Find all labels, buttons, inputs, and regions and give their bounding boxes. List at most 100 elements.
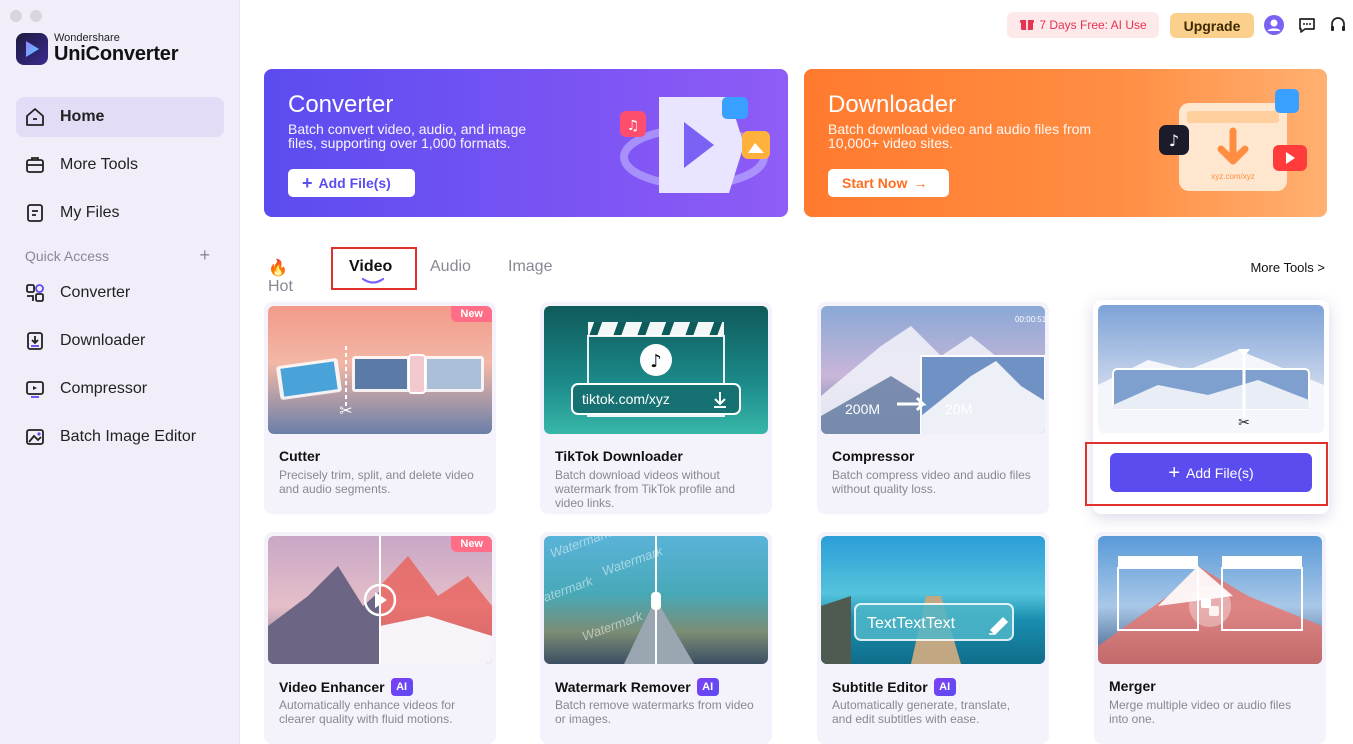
close-window-button[interactable] (10, 10, 22, 22)
compressor-time-text: 00:00:51 (1015, 315, 1045, 324)
card-title: Subtitle Editor AI (832, 678, 956, 696)
sidebar-item-label: Home (60, 108, 105, 125)
sidebar-item-batch-image-editor[interactable]: Batch Image Editor (16, 417, 224, 457)
sidebar-item-label: My Files (60, 204, 120, 221)
uniconverter-logo-icon (16, 32, 48, 65)
tool-card-watermark-remover[interactable]: Watermark Watermark Watermark Watermark … (540, 532, 772, 744)
sidebar-item-home[interactable]: Home (16, 97, 224, 137)
quick-access-label: Quick Access (25, 248, 110, 264)
ai-badge: AI (390, 678, 413, 696)
watermark-text: Watermark (544, 573, 596, 609)
converter-banner[interactable]: Converter Batch convert video, audio, an… (264, 69, 788, 217)
tiktok-thumbnail: ♪ tiktok.com/xyz (544, 306, 768, 434)
card-desc: Precisely trim, split, and delete video … (279, 468, 474, 496)
sidebar-item-downloader[interactable]: Downloader (16, 321, 224, 361)
plus-icon: + (1168, 461, 1180, 484)
sidebar-item-label: Compressor (60, 380, 148, 397)
tool-card-compressor[interactable]: 00:00:51 200M 20M Compressor Batch compr… (817, 302, 1049, 514)
card-title-text: Video Enhancer (279, 679, 385, 695)
account-avatar-icon[interactable] (1262, 13, 1286, 37)
tab-hot-label: Hot (268, 278, 293, 295)
tool-card-video-enhancer[interactable]: New Video Enhancer AI Automatically enha… (264, 532, 496, 744)
sidebar-item-compressor[interactable]: Compressor (16, 369, 224, 409)
ai-badge: AI (933, 678, 956, 696)
home-icon (26, 108, 44, 126)
downloader-banner-title: Downloader (828, 91, 957, 118)
gift-icon (1019, 16, 1035, 35)
sidebar-item-my-files[interactable]: My Files (16, 193, 224, 233)
card-desc: Merge multiple video or audio files into… (1109, 698, 1292, 726)
headset-support-icon[interactable] (1326, 13, 1350, 37)
sidebar-item-label: Converter (60, 284, 131, 301)
window-controls (10, 10, 42, 22)
svg-text:✂: ✂ (1238, 415, 1250, 431)
app-logo: Wondershare UniConverter (16, 32, 178, 65)
downloader-url-text: xyz.com/xyz (1211, 172, 1255, 181)
tiktok-url-text: tiktok.com/xyz (582, 391, 670, 407)
converter-add-files-button[interactable]: + Add File(s) (288, 169, 415, 197)
sidebar-item-converter[interactable]: Converter (16, 273, 224, 313)
card-desc: Batch download videos without watermark … (555, 468, 736, 510)
image-editor-icon (26, 429, 44, 445)
plus-icon: + (302, 173, 313, 193)
sidebar-item-label: Batch Image Editor (60, 428, 197, 445)
svg-text:♪: ♪ (650, 351, 662, 372)
card-title: Watermark Remover AI (555, 678, 719, 696)
tool-card-merger[interactable]: Merger Merge multiple video or audio fil… (1094, 532, 1326, 744)
svg-text:✂: ✂ (339, 401, 352, 420)
compressor-to-size: 20M (945, 401, 972, 417)
sidebar-item-more-tools[interactable]: More Tools (16, 145, 224, 185)
file-icon (27, 204, 43, 222)
cutter-thumbnail: ✂ New (268, 306, 492, 434)
merger-hover-thumbnail: ✂ (1098, 305, 1324, 433)
upgrade-button[interactable]: Upgrade (1170, 13, 1254, 38)
sidebar-item-label: More Tools (60, 156, 138, 173)
minimize-window-button[interactable] (30, 10, 42, 22)
fire-icon: 🔥 (268, 260, 288, 277)
subtitle-sample-text: TextTextText (867, 615, 956, 632)
downloader-banner[interactable]: Downloader Batch download video and audi… (804, 69, 1327, 217)
tool-card-tiktok-downloader[interactable]: ♪ tiktok.com/xyz TikTok Downloader Batch… (540, 302, 772, 514)
quick-access-list: Converter Downloader Compressor Batch Im… (16, 273, 224, 465)
downloader-banner-desc: Batch download video and audio files fro… (828, 121, 1092, 151)
card-title-text: Subtitle Editor (832, 679, 928, 695)
watermark-remover-thumbnail: Watermark Watermark Watermark Watermark (544, 536, 768, 664)
ai-badge: AI (696, 678, 719, 696)
new-badge: New (451, 306, 492, 322)
quick-access-header: Quick Access + (25, 246, 210, 264)
converter-illustration: ♫ (620, 97, 770, 193)
card-title: Merger (1109, 678, 1156, 694)
video-enhancer-thumbnail: New (268, 536, 492, 664)
tab-hot[interactable]: 🔥Hot (268, 258, 293, 296)
card-title: Cutter (279, 448, 321, 464)
merger-add-files-button[interactable]: + Add File(s) (1110, 453, 1312, 492)
sidebar: Wondershare UniConverter Home More Tools… (0, 0, 240, 744)
add-quick-access-icon[interactable]: + (199, 246, 210, 264)
chat-icon[interactable] (1295, 13, 1319, 37)
card-desc: Automatically enhance videos for clearer… (279, 698, 456, 726)
arrow-right-icon: → (913, 175, 928, 191)
tab-image[interactable]: Image (508, 258, 552, 276)
merger-thumbnail (1098, 536, 1322, 664)
downloader-illustration: xyz.com/xyz ♪ (1159, 89, 1307, 191)
more-tools-link[interactable]: More Tools > (1250, 260, 1325, 275)
brand-name: UniConverter (54, 43, 179, 65)
downloader-start-now-button[interactable]: Start Now → (828, 169, 949, 197)
card-desc: Automatically generate, translate, and e… (832, 698, 1011, 726)
svg-text:♪: ♪ (1169, 131, 1179, 150)
tool-card-cutter[interactable]: ✂ New Cutter Precisely trim, split, and … (264, 302, 496, 514)
converter-banner-title: Converter (288, 91, 394, 118)
svg-text:♫: ♫ (627, 118, 640, 134)
converter-add-files-label: Add File(s) (318, 175, 391, 191)
tool-card-subtitle-editor[interactable]: TextTextText Subtitle Editor AI Automati… (817, 532, 1049, 744)
downloader-icon (27, 332, 43, 350)
start-now-label: Start Now (842, 175, 908, 191)
subtitle-editor-thumbnail: TextTextText (821, 536, 1045, 664)
main-nav: Home More Tools My Files (16, 97, 224, 241)
tab-audio[interactable]: Audio (430, 258, 471, 276)
ai-trial-badge[interactable]: 7 Days Free: AI Use (1007, 12, 1159, 38)
watermark-text: Watermark (548, 536, 614, 561)
trial-label: 7 Days Free: AI Use (1039, 18, 1147, 32)
merger-add-files-label: Add File(s) (1186, 464, 1254, 481)
converter-icon (26, 284, 44, 302)
